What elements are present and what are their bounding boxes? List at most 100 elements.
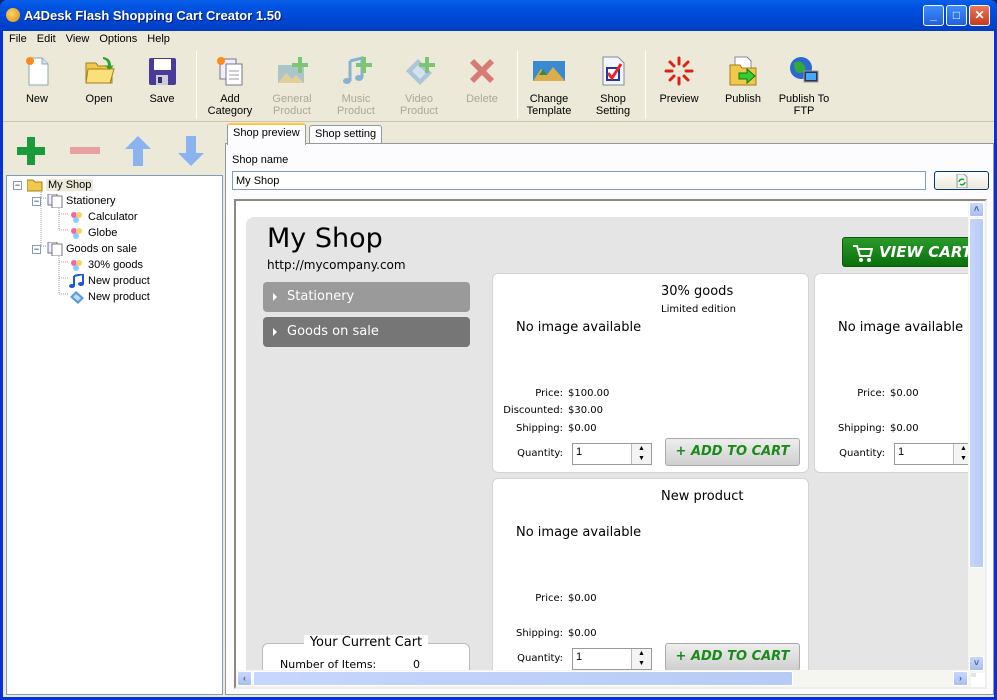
app-window: A4Desk Flash Shopping Cart Creator 1.50 … [0,0,997,700]
minimize-button[interactable]: _ [923,5,944,26]
tree-item-product[interactable]: Calculator [69,209,138,225]
open-folder-icon [83,55,115,87]
no-image-placeholder: No image available [516,320,642,335]
add-item-plus-icon[interactable] [13,133,49,169]
video-icon [69,290,85,305]
tab-shop-setting[interactable]: Shop setting [309,125,383,144]
shop-name-label: Shop name [232,154,289,166]
add-category-button[interactable]: Add Category [200,53,260,121]
tree-item-product[interactable]: Globe [69,225,117,241]
cart-title: Your Current Cart [303,635,429,650]
menu-help[interactable]: Help [143,31,174,45]
product-card: 30% goods Limited edition No image avail… [492,273,809,473]
change-template-button[interactable]: Change Template [519,53,579,121]
window-title: A4Desk Flash Shopping Cart Creator 1.50 [24,8,282,23]
close-button[interactable]: ✕ [969,5,990,26]
video-product-button[interactable]: Video Product [389,53,449,121]
scroll-down-icon[interactable]: ˅ [969,656,984,671]
caret-right-icon [273,328,277,336]
shipping-value: $0.00 [568,628,597,639]
delete-x-icon [466,55,498,87]
no-image-placeholder: No image available [516,525,642,540]
collapse-toggle[interactable]: − [13,181,22,190]
checklist-icon [597,55,629,87]
horizontal-scrollbar[interactable]: ‹ › [236,670,971,687]
vertical-scroll-thumb[interactable] [969,218,984,568]
scroll-left-icon[interactable]: ‹ [237,671,252,686]
quantity-label: Quantity: [839,448,885,459]
tree-item-product[interactable]: 30% goods [69,257,143,273]
price-label: Price: [857,388,885,399]
caret-right-icon [273,293,277,301]
shop-tree[interactable]: − My Shop − Stationery Calculator Globe … [6,175,223,695]
price-value: $100.00 [568,388,610,399]
quantity-stepper[interactable]: 1 ▲ ▼ [572,443,652,465]
price-value: $0.00 [890,388,919,399]
music-product-button[interactable]: Music Product [326,53,386,121]
collapse-toggle[interactable]: − [32,245,41,254]
publish-ftp-button[interactable]: Publish To FTP [774,53,834,121]
flash-shop: My Shop http://mycompany.com VIEW CART S… [246,217,976,677]
menu-options[interactable]: Options [95,31,141,45]
discounted-value: $30.00 [568,405,603,416]
shop-preview-frame: My Shop http://mycompany.com VIEW CART S… [234,199,987,689]
shipping-value: $0.00 [568,423,597,434]
spin-arrows-icon[interactable]: ▲ ▼ [631,444,651,464]
globe-computer-icon [788,55,820,87]
publish-button[interactable]: Publish [713,53,773,121]
product-icon [69,226,85,240]
new-button[interactable]: New [7,53,67,121]
collapse-toggle[interactable]: − [32,197,41,206]
scroll-right-icon[interactable]: › [953,671,968,686]
delete-button[interactable]: Delete [452,53,512,121]
horizontal-scroll-thumb[interactable] [253,671,793,686]
price-label: Price: [535,388,563,399]
spin-arrows-icon[interactable]: ▲ ▼ [631,649,651,669]
preview-button[interactable]: Preview [649,53,709,121]
tree-item-product[interactable]: New product [69,272,150,289]
menu-view[interactable]: View [62,31,94,45]
scroll-up-icon[interactable]: ˄ [969,202,984,217]
tree-item-product[interactable]: New product [69,289,150,305]
menu-edit[interactable]: Edit [33,31,60,45]
product-name: 30% goods [661,284,734,299]
refresh-page-icon [956,174,968,188]
tree-item-category[interactable]: Stationery [47,193,116,209]
menu-file[interactable]: File [5,31,31,45]
tree-item-category[interactable]: Goods on sale [47,241,137,257]
open-button[interactable]: Open [69,53,129,121]
refresh-button[interactable] [934,171,989,190]
music-note-icon [69,272,85,289]
remove-item-minus-icon[interactable] [67,133,103,169]
shop-name-input[interactable] [232,171,926,190]
category-pages-icon [47,241,63,257]
view-cart-button[interactable]: VIEW CART [842,237,976,267]
cart-icon [853,245,873,262]
product-description: Limited edition [661,304,736,315]
tree-panel: − My Shop − Stationery Calculator Globe … [3,123,223,695]
category-stationery[interactable]: Stationery [263,282,470,312]
general-product-button[interactable]: General Product [262,53,322,121]
move-up-arrow-icon[interactable] [120,133,156,169]
vertical-scrollbar[interactable]: ˄ ˅ [968,201,985,673]
tab-shop-preview[interactable]: Shop preview [227,123,306,145]
publish-folder-icon [727,55,759,87]
quantity-stepper[interactable]: 1 ▲ ▼ [572,648,652,670]
save-button[interactable]: Save [132,53,192,121]
add-to-cart-button[interactable]: + ADD TO CART [665,643,800,671]
template-picture-icon [533,55,565,87]
category-goods-on-sale[interactable]: Goods on sale [263,317,470,347]
title-bar[interactable]: A4Desk Flash Shopping Cart Creator 1.50 … [0,0,997,31]
product-card: New product No image available Price: $0… [492,478,809,677]
shop-setting-button[interactable]: Shop Setting [583,53,643,121]
toolbar-separator [196,51,197,119]
maximize-button[interactable]: □ [946,5,967,26]
move-down-arrow-icon[interactable] [173,133,209,169]
quantity-stepper[interactable]: 1 ▲ ▼ [894,443,974,465]
toolbar: New Open Save Add Category General Produ… [3,49,994,122]
tree-item-root[interactable]: My Shop [26,177,94,193]
shop-title: My Shop [267,223,383,254]
tab-content: Shop name My Shop http://mycompany.com V… [225,143,994,695]
shipping-label: Shipping: [516,628,563,639]
add-to-cart-button[interactable]: + ADD TO CART [665,438,800,466]
